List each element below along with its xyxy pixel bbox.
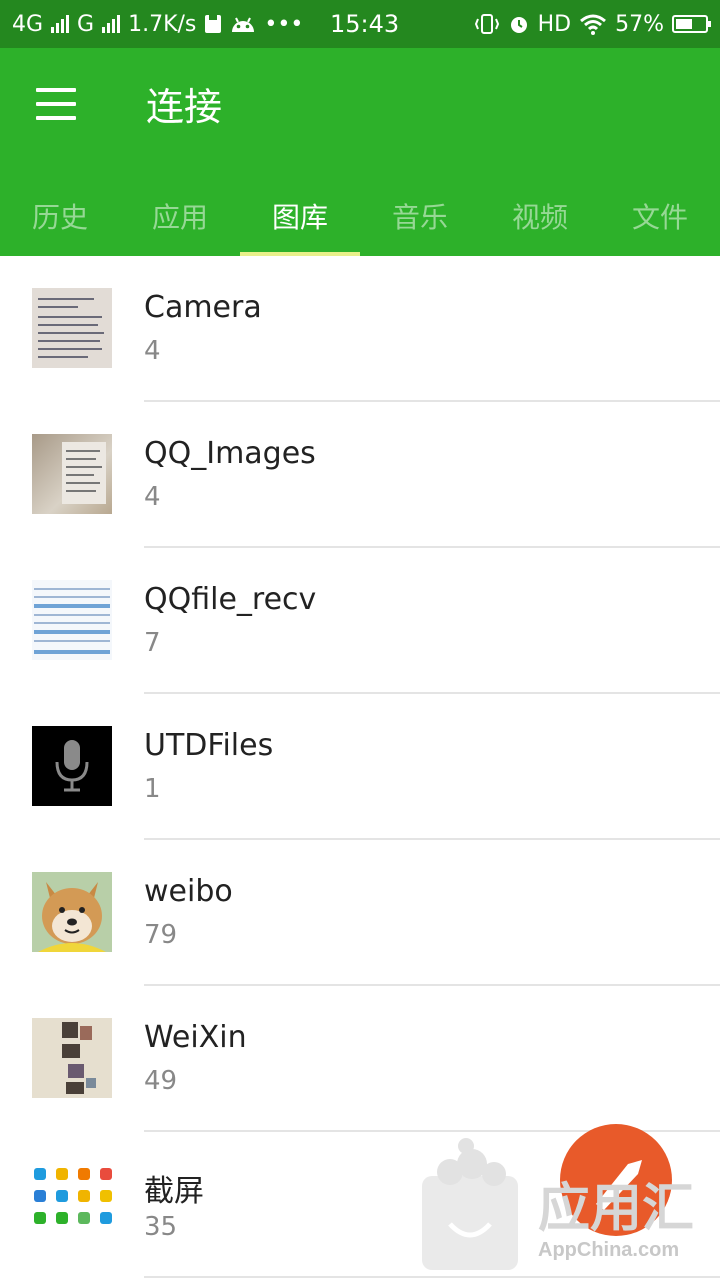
page-title: 连接 <box>146 85 223 129</box>
album-row-camera[interactable]: Camera 4 <box>0 256 720 402</box>
network-type-1: 4G <box>12 11 44 37</box>
shiba-dog-thumbnail <box>32 872 112 952</box>
svg-text:应用汇: 应用汇 <box>538 1180 694 1238</box>
album-count: 4 <box>144 482 161 512</box>
album-count: 1 <box>144 774 161 804</box>
microphone-icon <box>32 726 112 806</box>
album-name: weibo <box>144 874 233 909</box>
album-count: 7 <box>144 628 161 658</box>
album-thumbnail <box>32 580 112 660</box>
album-name: QQfile_recv <box>144 582 317 617</box>
appchina-logo: 应用汇 AppChina.com <box>422 1124 694 1270</box>
album-thumbnail <box>32 434 112 514</box>
alarm-icon <box>510 17 527 33</box>
album-name: QQ_Images <box>144 436 316 471</box>
album-name: Camera <box>144 290 262 325</box>
album-name: 截屏 <box>144 1174 204 1209</box>
album-thumbnail <box>32 1164 112 1244</box>
tab-gallery[interactable]: 图库 <box>240 176 360 256</box>
album-row-weibo[interactable]: weibo 79 <box>0 840 720 986</box>
tab-history[interactable]: 历史 <box>0 176 120 256</box>
album-thumbnail <box>32 288 112 368</box>
more-notifications: ••• <box>264 11 304 37</box>
album-row-qqfile-recv[interactable]: QQfile_recv 7 <box>0 548 720 694</box>
network-speed: 1.7K/s <box>128 11 197 37</box>
album-count: 35 <box>144 1212 178 1242</box>
tab-bar: 历史 应用 图库 音乐 视频 文件 <box>0 176 720 256</box>
album-count: 49 <box>144 1066 178 1096</box>
status-bar: 4G G 1.7K/s ••• 15:43 HD 57% <box>0 0 720 48</box>
album-row-weixin[interactable]: WeiXin 49 <box>0 986 720 1132</box>
clock: 15:43 <box>330 10 400 38</box>
network-type-2: G <box>77 11 95 37</box>
tab-files[interactable]: 文件 <box>600 176 720 256</box>
app-bar: 连接 历史 应用 图库 音乐 视频 文件 <box>0 48 720 256</box>
tab-video[interactable]: 视频 <box>480 176 600 256</box>
signal-icon-2 <box>102 15 121 33</box>
album-count: 4 <box>144 336 161 366</box>
album-count: 79 <box>144 920 178 950</box>
tab-apps[interactable]: 应用 <box>120 176 240 256</box>
battery-icon <box>672 15 711 33</box>
album-thumbnail <box>32 1018 112 1098</box>
hd-indicator: HD <box>537 11 572 37</box>
notification-icon <box>205 15 222 33</box>
wifi-icon <box>580 14 607 35</box>
hamburger-menu-icon[interactable] <box>28 82 84 126</box>
android-icon <box>232 17 255 32</box>
vibrate-icon <box>474 14 499 34</box>
album-row-utdfiles[interactable]: UTDFiles 1 <box>0 694 720 840</box>
battery-fill <box>676 19 692 29</box>
svg-text:AppChina.com: AppChina.com <box>538 1239 679 1261</box>
signal-icon <box>51 15 70 33</box>
tab-music[interactable]: 音乐 <box>360 176 480 256</box>
album-name: WeiXin <box>144 1020 247 1055</box>
battery-percent: 57% <box>615 11 664 37</box>
album-row-qq-images[interactable]: QQ_Images 4 <box>0 402 720 548</box>
album-name: UTDFiles <box>144 728 274 763</box>
appchina-watermark: 应用汇 AppChina.com <box>420 1120 720 1280</box>
